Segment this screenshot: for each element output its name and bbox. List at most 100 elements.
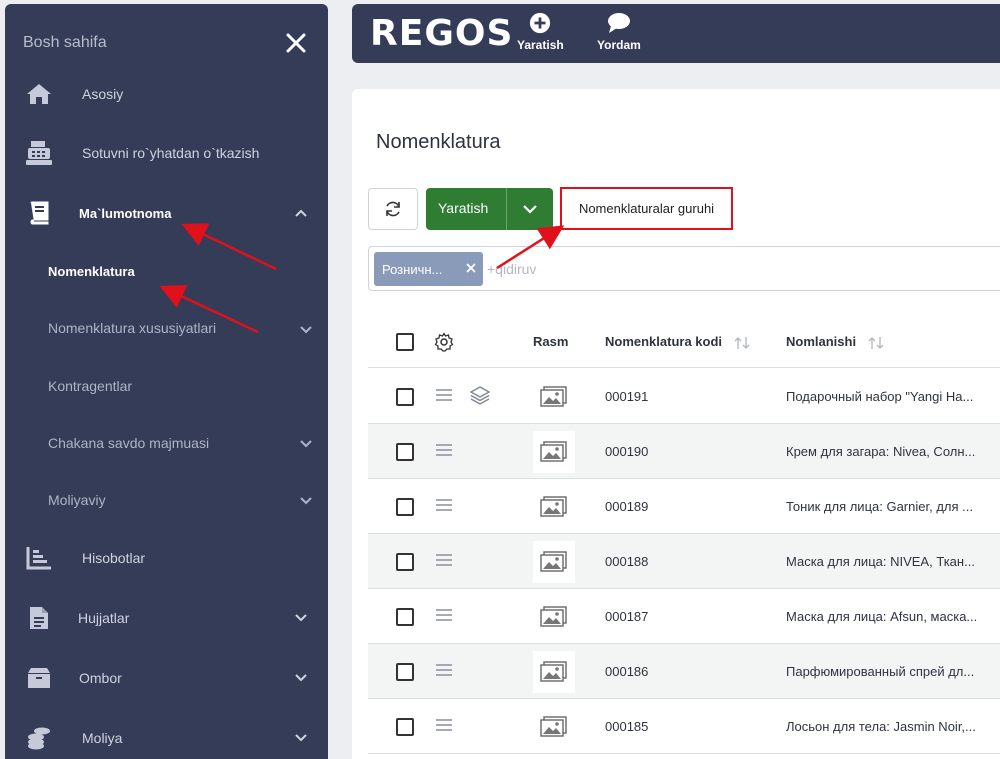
sidebar-subitem-chakana[interactable]: Chakana savdo majmuasi [48, 435, 209, 451]
sidebar-item-label: Asosiy [82, 86, 124, 102]
filter-chip[interactable]: Розничн... [374, 252, 483, 286]
sidebar-header: Bosh sahifa [23, 34, 107, 51]
drag-handle-icon[interactable] [435, 607, 453, 623]
document-icon [25, 604, 53, 632]
sidebar: Bosh sahifa Asosiy Sotuvni ro`yhatdan o`… [5, 4, 328, 759]
row-name: Тоник для лица: Garnier, для ... [786, 499, 973, 514]
drag-handle-icon[interactable] [435, 442, 453, 458]
chevron-down-icon [295, 674, 307, 682]
row-name: Маска для лица: NIVEA, Ткан... [786, 554, 975, 569]
topbar-create-label: Yaratish [517, 38, 564, 52]
sidebar-item-hujjatlar[interactable]: Hujjatlar [5, 598, 328, 638]
table-row[interactable]: 000191 Подарочный набор "Yangi На... [368, 369, 1000, 424]
topbar-create-button[interactable]: Yaratish [517, 12, 564, 52]
close-icon[interactable] [285, 32, 307, 54]
sidebar-item-sotuv[interactable]: Sotuvni ro`yhatdan o`tkazish [5, 133, 328, 173]
image-placeholder-icon [533, 706, 575, 748]
layers-icon[interactable] [470, 385, 490, 405]
chevron-down-icon[interactable] [521, 201, 539, 217]
drag-handle-icon[interactable] [435, 662, 453, 678]
image-placeholder-icon [533, 541, 575, 583]
create-button-label: Yaratish [438, 200, 489, 216]
column-header-name[interactable]: Nomlanishi [786, 334, 884, 350]
row-code: 000187 [605, 609, 649, 624]
image-placeholder-icon [533, 651, 575, 693]
chevron-down-icon [295, 734, 307, 742]
sort-icon[interactable] [734, 336, 750, 350]
column-header-code[interactable]: Nomenklatura kodi [605, 334, 750, 350]
box-icon [25, 664, 53, 692]
table-row[interactable]: 000187 Маска для лица: Afsun, маска... [368, 589, 1000, 644]
row-checkbox[interactable] [396, 388, 414, 406]
image-placeholder-icon [533, 486, 575, 528]
sidebar-item-moliya[interactable]: Moliya [5, 718, 328, 758]
row-checkbox[interactable] [396, 498, 414, 516]
divider [506, 188, 507, 230]
chevron-down-icon [300, 326, 312, 334]
close-icon[interactable] [464, 261, 478, 275]
table-row[interactable]: 000186 Парфюмированный спрей дл... [368, 644, 1000, 699]
sidebar-item-label: Ma`lumotnoma [79, 205, 172, 221]
row-name: Маска для лица: Afsun, маска... [786, 609, 978, 624]
gear-icon[interactable] [434, 332, 454, 352]
topbar-help-button[interactable]: Yordam [597, 12, 641, 52]
sidebar-item-label: Moliya [82, 730, 123, 746]
table-row[interactable]: 000190 Крем для загара: Nivea, Солн... [368, 424, 1000, 479]
chevron-up-icon [295, 209, 307, 217]
table-row[interactable]: 000188 Маска для лица: NIVEA, Ткан... [368, 534, 1000, 589]
regos-logo[interactable]: REGOS [370, 16, 513, 52]
chevron-down-icon [300, 497, 312, 505]
search-input[interactable] [487, 253, 987, 285]
filter-chip-label: Розничн... [382, 261, 443, 277]
sidebar-item-label: Sotuvni ro`yhatdan o`tkazish [82, 145, 260, 161]
sidebar-item-label: Ombor [79, 670, 122, 686]
row-code: 000188 [605, 554, 649, 569]
sort-icon[interactable] [868, 336, 884, 350]
row-name: Крем для загара: Nivea, Солн... [786, 444, 976, 459]
main-panel: Nomenklatura Yaratish Nomenklaturalar gu… [352, 89, 1000, 759]
sidebar-item-malumotnoma[interactable]: Ma`lumotnoma [5, 193, 328, 233]
chat-bubble-icon [607, 13, 630, 33]
sidebar-item-asosiy[interactable]: Asosiy [5, 74, 328, 114]
drag-handle-icon[interactable] [435, 497, 453, 513]
sidebar-subitem-moliyaviy[interactable]: Moliyaviy [48, 492, 106, 508]
drag-handle-icon[interactable] [435, 387, 453, 403]
sidebar-item-hisobotlar[interactable]: Hisobotlar [5, 538, 328, 578]
chevron-down-icon [295, 614, 307, 622]
sidebar-subitem-kontragentlar[interactable]: Kontragentlar [48, 378, 132, 394]
row-code: 000185 [605, 719, 649, 734]
table-row[interactable]: 000189 Тоник для лица: Garnier, для ... [368, 479, 1000, 534]
sidebar-subitem-nomenklatura-xususiyatlari[interactable]: Nomenklatura xususiyatlari [48, 320, 216, 336]
row-name: Парфюмированный спрей дл... [786, 664, 975, 679]
search-box: Розничн... [368, 246, 1000, 291]
refresh-icon [386, 201, 400, 217]
sidebar-subitem-nomenklatura[interactable]: Nomenklatura [48, 264, 135, 279]
image-placeholder-icon [533, 431, 575, 473]
image-placeholder-icon [533, 376, 575, 418]
create-button[interactable]: Yaratish [426, 188, 553, 230]
home-icon [25, 80, 53, 108]
cash-register-icon [25, 139, 53, 167]
nomenclature-group-button[interactable]: Nomenklaturalar guruhi [560, 187, 733, 230]
row-code: 000186 [605, 664, 649, 679]
row-checkbox[interactable] [396, 663, 414, 681]
plus-circle-icon [530, 12, 551, 34]
page-title: Nomenklatura [376, 131, 501, 153]
column-header-name-label: Nomlanishi [786, 334, 857, 349]
coins-icon [25, 724, 53, 752]
table-row[interactable]: 000185 Лосьон для тела: Jasmin Noir,... [368, 699, 1000, 754]
row-name: Подарочный набор "Yangi На... [786, 389, 974, 404]
row-checkbox[interactable] [396, 553, 414, 571]
row-name: Лосьон для тела: Jasmin Noir,... [786, 719, 976, 734]
top-bar: REGOS Yaratish Yordam [352, 4, 1000, 63]
drag-handle-icon[interactable] [435, 717, 453, 733]
sidebar-item-ombor[interactable]: Ombor [5, 658, 328, 698]
table-header: Rasm Nomenklatura kodi Nomlanishi [368, 316, 1000, 368]
row-checkbox[interactable] [396, 608, 414, 626]
row-checkbox[interactable] [396, 443, 414, 461]
select-all-checkbox[interactable] [396, 333, 414, 351]
row-checkbox[interactable] [396, 718, 414, 736]
refresh-button[interactable] [368, 188, 418, 230]
drag-handle-icon[interactable] [435, 552, 453, 568]
column-header-image: Rasm [533, 334, 569, 349]
